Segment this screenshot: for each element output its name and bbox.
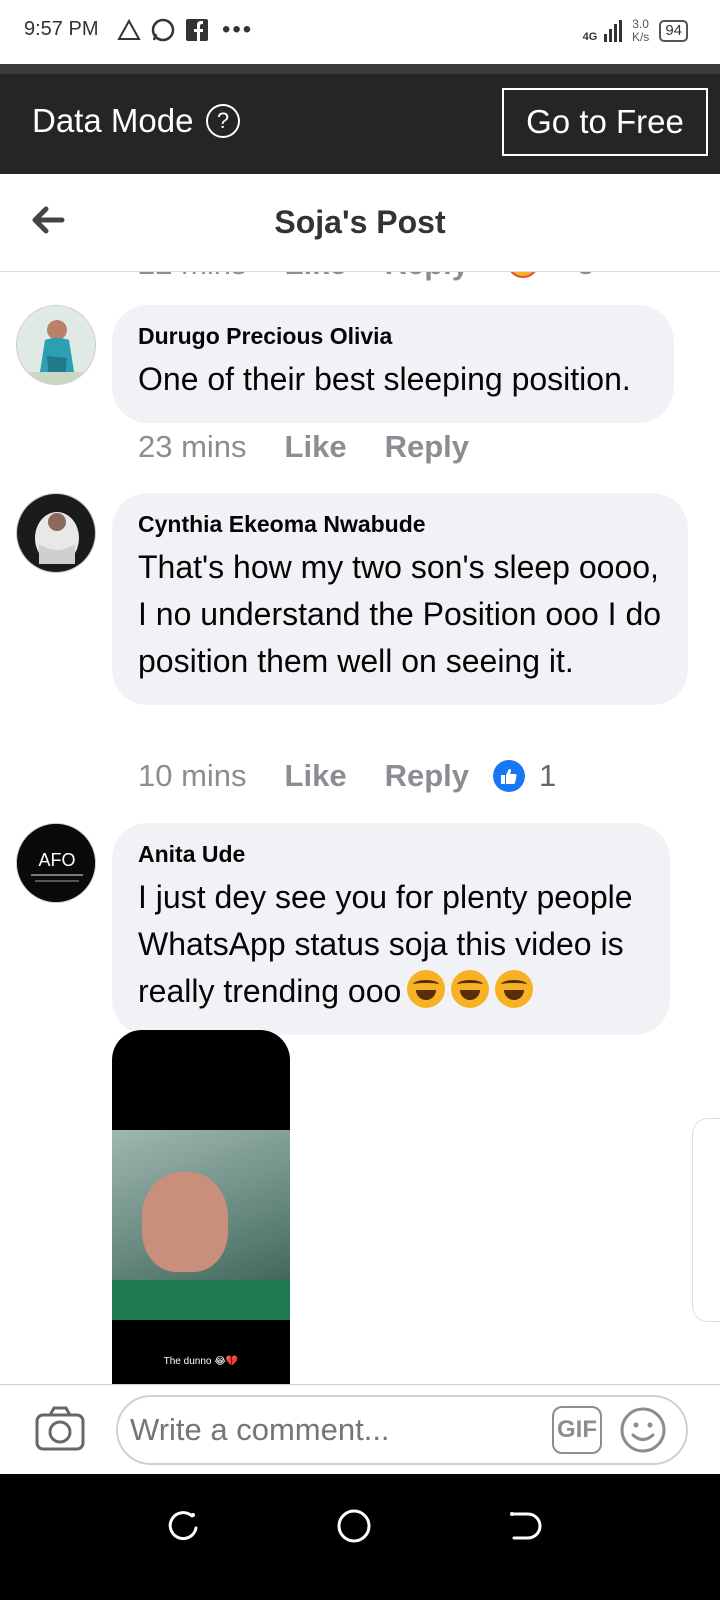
warning-triangle-icon xyxy=(116,17,142,43)
video-caption: The dunno 😂💔 xyxy=(163,1356,239,1367)
comment-time: 23 mins xyxy=(138,429,247,464)
signal-icon: 4G xyxy=(578,20,622,43)
like-link[interactable]: Like xyxy=(285,272,347,282)
comment-author[interactable]: Durugo Precious Olivia xyxy=(138,323,648,350)
avatar[interactable] xyxy=(16,305,96,385)
go-to-free-button[interactable]: Go to Free xyxy=(502,88,708,156)
comment-author[interactable]: Cynthia Ekeoma Nwabude xyxy=(138,511,662,538)
whatsapp-icon xyxy=(150,17,176,43)
status-time: 9:57 PM xyxy=(24,18,99,40)
reaction-summary[interactable]: 1 xyxy=(493,758,556,794)
comment-actions: 23 mins Like Reply xyxy=(138,429,469,465)
laughing-tears-icon xyxy=(451,970,490,1008)
page-title: Soja's Post xyxy=(274,204,446,240)
camera-icon[interactable] xyxy=(34,1403,86,1455)
facebook-icon xyxy=(184,17,210,43)
video-frame xyxy=(112,1130,290,1320)
comment-time: 10 mins xyxy=(138,758,247,793)
comment-bubble: Cynthia Ekeoma Nwabude That's how my two… xyxy=(112,493,688,705)
battery-icon: 94 xyxy=(659,20,688,42)
back-nav-icon[interactable] xyxy=(502,1504,546,1548)
like-link[interactable]: Like xyxy=(285,429,347,465)
network-speed: 3.0 K/s xyxy=(631,17,650,44)
comment-bubble: Anita Ude I just dey see you for plenty … xyxy=(112,823,670,1035)
notification-icons: ••• xyxy=(116,16,253,44)
reply-link[interactable]: Reply xyxy=(385,272,469,282)
laughing-tears-icon xyxy=(495,970,534,1008)
comment-text: That's how my two son's sleep oooo, I no… xyxy=(138,549,662,679)
comment-actions: 10 mins Like Reply 1 xyxy=(138,758,556,794)
video-shirt xyxy=(112,1280,290,1320)
recent-apps-icon[interactable] xyxy=(162,1504,206,1548)
haha-reaction-icon xyxy=(507,272,539,278)
laughing-tears-icon xyxy=(407,970,446,1008)
reply-link[interactable]: Reply xyxy=(385,758,469,794)
post-header: Soja's Post xyxy=(0,174,720,272)
reaction-count: 3 xyxy=(577,272,594,282)
comment-text: One of their best sleeping position. xyxy=(138,361,631,397)
comment-bubble: Durugo Precious Olivia One of their best… xyxy=(112,305,674,423)
status-right: 4G 3.0 K/s 94 xyxy=(578,18,688,44)
help-icon[interactable]: ? xyxy=(206,104,240,138)
comment-input[interactable] xyxy=(116,1395,688,1465)
comment-author[interactable]: Anita Ude xyxy=(138,841,644,868)
like-reaction-icon xyxy=(493,760,525,792)
data-mode-title: Data Mode xyxy=(32,102,194,139)
side-panel-edge[interactable] xyxy=(692,1118,720,1322)
status-bar: 9:57 PM ••• 4G 3.0 K/s 94 xyxy=(0,0,720,64)
avatar[interactable]: AFO xyxy=(16,823,96,903)
more-dots-icon: ••• xyxy=(222,16,254,43)
reaction-count: 1 xyxy=(539,758,557,793)
comment-composer: GIF xyxy=(0,1384,720,1474)
comment-time: 22 mins xyxy=(138,272,247,282)
avatar[interactable] xyxy=(16,493,96,573)
smiley-icon[interactable] xyxy=(618,1405,668,1455)
comment-text-wrap: I just dey see you for plenty people Wha… xyxy=(138,874,644,1015)
video-thumbnail[interactable]: The dunno 😂💔 xyxy=(112,1030,290,1384)
gif-button[interactable]: GIF xyxy=(552,1406,602,1454)
previous-comment-actions: 22 mins Like Reply 3 xyxy=(0,272,720,284)
reply-link[interactable]: Reply xyxy=(385,429,469,465)
comment-text: I just dey see you for plenty people Wha… xyxy=(138,879,633,1009)
data-mode-banner: Data Mode ? Go to Free xyxy=(0,64,720,174)
home-icon[interactable] xyxy=(332,1504,376,1548)
video-person xyxy=(142,1172,228,1272)
like-link[interactable]: Like xyxy=(285,758,347,794)
system-nav-bar xyxy=(0,1474,720,1600)
avatar-logo-text: AFO xyxy=(38,850,75,870)
